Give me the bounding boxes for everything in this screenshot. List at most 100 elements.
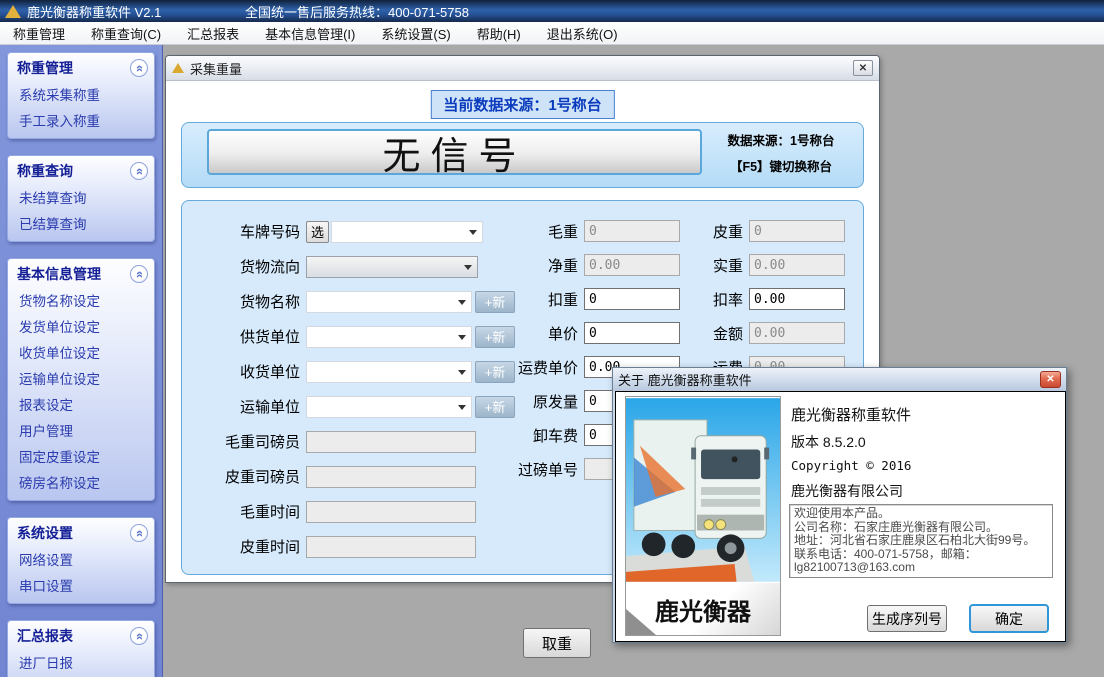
form-row-receiver: 收货单位 +新: [182, 354, 522, 389]
take-weight-button[interactable]: 取重: [523, 628, 591, 658]
sidebar-item-receiver-unit[interactable]: 收货单位设定: [8, 339, 154, 365]
truck-illustration: [626, 397, 780, 583]
chevron-up-icon: »: [132, 270, 145, 277]
data-source-label: 数据来源：1号称台: [711, 128, 851, 154]
flow-label: 货物流向: [182, 256, 306, 277]
form-row-tare-operator: 皮重司磅员: [182, 459, 522, 494]
window-title: 采集重量: [190, 59, 242, 78]
form-row-gross-operator: 毛重司磅员: [182, 424, 522, 459]
chevron-up-icon: »: [132, 167, 145, 174]
chevron-up-icon: »: [132, 529, 145, 536]
dropdown-arrow-icon: [464, 265, 472, 270]
sidebar-panel-system-settings: 系统设置 » 网络设置 串口设置: [7, 517, 155, 604]
menu-weigh-manage[interactable]: 称重管理: [0, 21, 78, 46]
net-label: 净重: [472, 255, 584, 276]
goods-combo[interactable]: [306, 291, 472, 313]
window-title-bar: 采集重量 ✕: [166, 56, 879, 81]
form-row-amount: 金额: [659, 316, 859, 350]
panel-header[interactable]: 汇总报表 »: [8, 621, 154, 649]
menu-help[interactable]: 帮助(H): [464, 21, 534, 46]
generate-serial-button[interactable]: 生成序列号: [867, 605, 947, 632]
sidebar-item-transport-unit[interactable]: 运输单位设定: [8, 365, 154, 391]
switch-scale-hint: 【F5】键切换称台: [711, 154, 851, 180]
transport-combo[interactable]: [306, 396, 472, 418]
receiver-combo[interactable]: [306, 361, 472, 383]
sidebar-item-report-setting[interactable]: 报表设定: [8, 391, 154, 417]
amount-field: [749, 322, 845, 344]
company-name: 鹿光衡器有限公司: [791, 481, 903, 501]
menu-basic-info[interactable]: 基本信息管理(I): [252, 21, 368, 46]
form-row-transport: 运输单位 +新: [182, 389, 522, 424]
form-row-supplier: 供货单位 +新: [182, 319, 522, 354]
gross-time-field: [306, 501, 476, 523]
sidebar-item-settled-query[interactable]: 已结算查询: [8, 210, 154, 236]
supplier-label: 供货单位: [182, 326, 306, 347]
panel-header[interactable]: 系统设置 »: [8, 518, 154, 546]
menu-bar: 称重管理 称重查询(C) 汇总报表 基本信息管理(I) 系统设置(S) 帮助(H…: [0, 22, 1104, 45]
receiver-label: 收货单位: [182, 361, 306, 382]
window-close-button[interactable]: ✕: [853, 60, 873, 76]
panel-header[interactable]: 称重管理 »: [8, 53, 154, 81]
rate-field[interactable]: [749, 288, 845, 310]
unload-fee-label: 卸车费: [472, 425, 584, 446]
dialog-title: 关于 鹿光衡器称重软件: [618, 370, 752, 389]
sidebar-item-manual-weigh[interactable]: 手工录入称重: [8, 107, 154, 133]
sidebar-item-goods-name[interactable]: 货物名称设定: [8, 287, 154, 313]
sidebar-item-system-weigh[interactable]: 系统采集称重: [8, 81, 154, 107]
data-source-banner: 当前数据来源：1号称台: [430, 90, 614, 119]
panel-header[interactable]: 基本信息管理 »: [8, 259, 154, 287]
form-row-actual: 实重: [659, 248, 859, 282]
plate-combo[interactable]: [331, 221, 483, 243]
sidebar-item-scale-house-name[interactable]: 磅房名称设定: [8, 469, 154, 495]
collapse-button[interactable]: »: [130, 162, 148, 180]
form-row-rate: 扣率: [659, 282, 859, 316]
sidebar: 称重管理 » 系统采集称重 手工录入称重 称重查询 » 未结算查询 已结算查询 …: [0, 45, 163, 677]
application-window: 鹿光衡器称重软件 V2.1 全国统一售后服务热线：400-071-5758 称重…: [0, 0, 1104, 677]
goods-label: 货物名称: [182, 291, 306, 312]
sidebar-item-serial-settings[interactable]: 串口设置: [8, 572, 154, 598]
collapse-button[interactable]: »: [130, 627, 148, 645]
dropdown-arrow-icon: [458, 405, 466, 410]
form-row-flow: 货物流向: [182, 249, 522, 284]
sidebar-item-shipper-unit[interactable]: 发货单位设定: [8, 313, 154, 339]
menu-summary-report[interactable]: 汇总报表: [174, 21, 252, 46]
form-column-left: 车牌号码 选 货物流向: [182, 214, 522, 564]
menu-exit[interactable]: 退出系统(O): [534, 21, 631, 46]
display-side-info: 数据来源：1号称台 【F5】键切换称台: [711, 128, 851, 180]
company-info-box: 欢迎使用本产品。 公司名称：石家庄鹿光衡器有限公司。 地址：河北省石家庄鹿泉区石…: [789, 504, 1053, 578]
freight-price-label: 运费单价: [472, 357, 584, 378]
plate-label: 车牌号码: [182, 221, 306, 242]
panel-title: 称重管理: [17, 58, 73, 78]
tare-time-label: 皮重时间: [182, 536, 306, 557]
gross-operator-label: 毛重司磅员: [182, 431, 306, 452]
ok-button[interactable]: 确定: [969, 604, 1049, 633]
dialog-close-button[interactable]: ✕: [1040, 371, 1061, 388]
dialog-client-area: 鹿光衡器 鹿光衡器称重软件 版本 8.5.2.0 Copyright © 201…: [615, 391, 1066, 642]
supplier-combo[interactable]: [306, 326, 472, 348]
panel-title: 基本信息管理: [17, 264, 101, 284]
gross-time-label: 毛重时间: [182, 501, 306, 522]
collapse-button[interactable]: »: [130, 524, 148, 542]
menu-system-settings[interactable]: 系统设置(S): [368, 21, 463, 46]
sidebar-item-network-settings[interactable]: 网络设置: [8, 546, 154, 572]
app-logo-icon: [5, 5, 21, 18]
menu-weigh-query[interactable]: 称重查询(C): [78, 21, 174, 46]
copyright-line: Copyright © 2016: [791, 458, 911, 473]
sidebar-item-inbound-daily[interactable]: 进厂日报: [8, 649, 154, 675]
sidebar-item-user-manage[interactable]: 用户管理: [8, 417, 154, 443]
tare-operator-field: [306, 466, 476, 488]
dialog-title-bar: 关于 鹿光衡器称重软件 ✕: [613, 368, 1066, 391]
sidebar-panel-basic-info: 基本信息管理 » 货物名称设定 发货单位设定 收货单位设定 运输单位设定 报表设…: [7, 258, 155, 501]
flow-combo[interactable]: [306, 256, 478, 278]
panel-title: 汇总报表: [17, 626, 73, 646]
service-hotline: 全国统一售后服务热线：400-071-5758: [245, 2, 469, 21]
form-row-goods: 货物名称 +新: [182, 284, 522, 319]
panel-header[interactable]: 称重查询 »: [8, 156, 154, 184]
sidebar-item-unsettled-query[interactable]: 未结算查询: [8, 184, 154, 210]
sidebar-item-fixed-tare[interactable]: 固定皮重设定: [8, 443, 154, 469]
weight-display-group: 无信号 数据来源：1号称台 【F5】键切换称台: [181, 122, 864, 188]
collapse-button[interactable]: »: [130, 59, 148, 77]
collapse-button[interactable]: »: [130, 265, 148, 283]
about-dialog: 关于 鹿光衡器称重软件 ✕: [612, 367, 1067, 643]
plate-select-button[interactable]: 选: [306, 221, 329, 243]
